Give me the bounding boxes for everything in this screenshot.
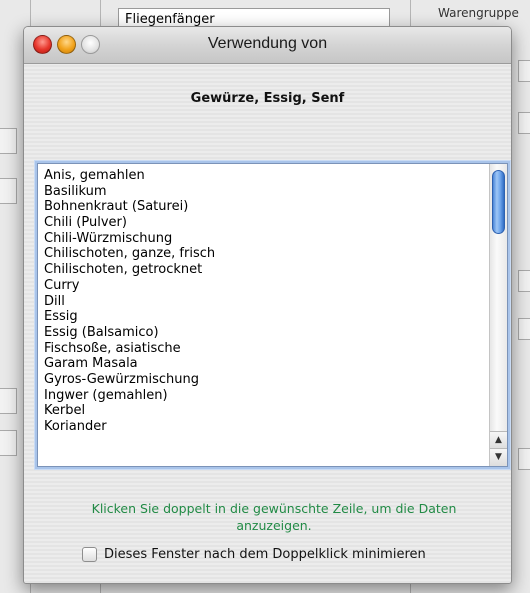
window-title: Verwendung von — [207, 35, 328, 52]
background-tab — [0, 430, 17, 456]
list-item[interactable]: Dill — [44, 294, 479, 310]
list-item[interactable]: Gyros-Gewürzmischung — [44, 372, 479, 388]
list-item[interactable]: Ingwer (gemahlen) — [44, 388, 479, 404]
ingredient-list-items: Anis, gemahlen Basilikum Bohnenkraut (Satu… — [44, 168, 479, 435]
scroll-down-arrow-icon[interactable]: ▼ — [490, 448, 507, 466]
list-item[interactable]: Koriander — [44, 419, 479, 435]
background-tab — [0, 178, 17, 204]
list-item[interactable]: Chilischoten, ganze, frisch — [44, 246, 479, 262]
background-label: Warengruppe — [438, 6, 519, 20]
background-tab — [0, 128, 17, 154]
list-item[interactable]: Fischsoße, asiatische — [44, 341, 479, 357]
minimize-checkbox[interactable] — [82, 547, 97, 562]
instruction-text: Klicken Sie doppelt in die gewünschte Ze… — [91, 501, 457, 533]
background-right-tab — [518, 60, 530, 82]
minimize-checkbox-label[interactable]: Dieses Fenster nach dem Doppelklick mini… — [104, 547, 426, 562]
list-item[interactable]: Curry — [44, 278, 479, 294]
list-item[interactable]: Chili-Würzmischung — [44, 231, 479, 247]
window-titlebar[interactable]: Verwendung von — [24, 27, 511, 64]
ingredient-list[interactable]: Anis, gemahlen Basilikum Bohnenkraut (Satu… — [37, 163, 508, 467]
usage-window: Verwendung von Gewürze, Essig, Senf Anis… — [23, 26, 512, 584]
scrollbar-thumb[interactable] — [492, 170, 505, 234]
list-item[interactable]: Essig (Balsamico) — [44, 325, 479, 341]
list-item[interactable]: Essig — [44, 309, 479, 325]
background-right-tab — [518, 112, 530, 134]
list-item[interactable]: Kerbel — [44, 403, 479, 419]
background-right-tab — [518, 448, 530, 470]
scroll-up-arrow-icon[interactable]: ▲ — [490, 431, 507, 449]
list-item[interactable]: Chili (Pulver) — [44, 215, 479, 231]
list-item[interactable]: Basilikum — [44, 184, 479, 200]
list-item[interactable]: Anis, gemahlen — [44, 168, 479, 184]
background-right-tab — [518, 318, 530, 340]
list-item[interactable]: Chilischoten, getrocknet — [44, 262, 479, 278]
list-item[interactable]: Garam Masala — [44, 356, 479, 372]
background-tab — [0, 388, 17, 414]
background-right-tab — [518, 270, 530, 292]
category-heading: Gewürze, Essig, Senf — [190, 91, 345, 106]
list-item[interactable]: Bohnenkraut (Saturei) — [44, 199, 479, 215]
list-scrollbar[interactable]: ▲ ▼ — [489, 164, 507, 466]
